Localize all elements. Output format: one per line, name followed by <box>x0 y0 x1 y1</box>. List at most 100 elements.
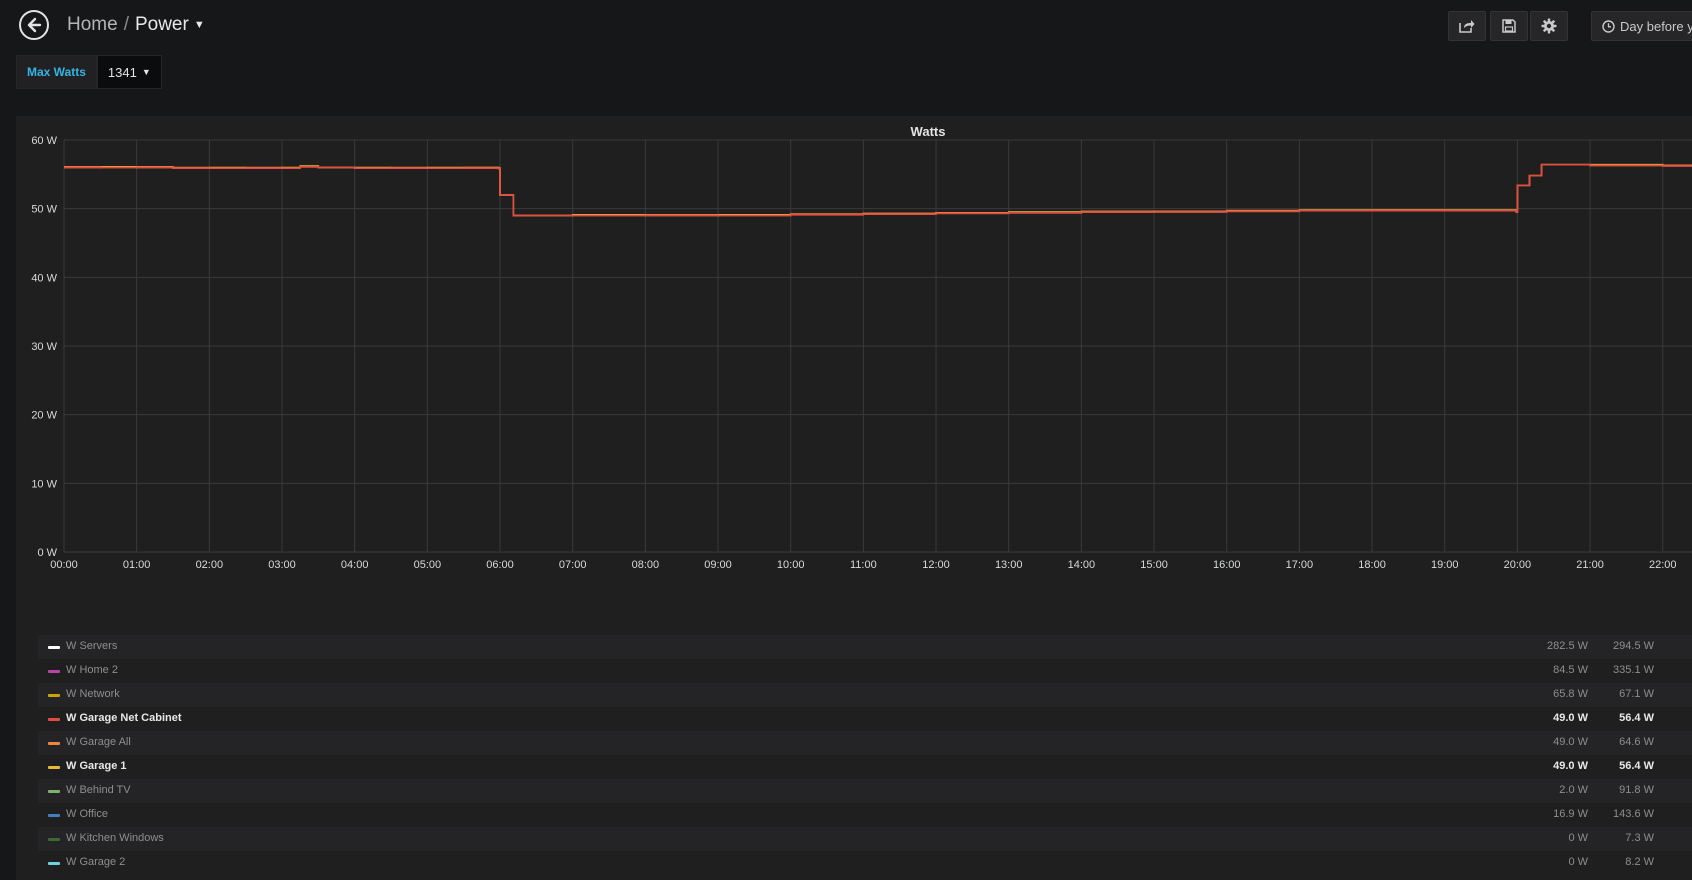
x-tick-label: 13:00 <box>995 559 1023 571</box>
legend-min-value: 49.0 W <box>1553 736 1588 748</box>
legend-max-value: 56.4 W <box>1619 712 1654 724</box>
legend-item[interactable]: W Kitchen Windows 0 W 7.3 W <box>38 827 1692 851</box>
x-tick-label: 14:00 <box>1068 559 1096 571</box>
x-tick-label: 19:00 <box>1431 559 1459 571</box>
series-color-swatch[interactable] <box>48 766 60 769</box>
save-icon <box>1502 19 1516 33</box>
variable-value: 1341 <box>107 64 137 80</box>
legend-min-value: 0 W <box>1568 856 1588 868</box>
legend-item[interactable]: W Home 2 84.5 W 335.1 W <box>38 659 1692 683</box>
x-tick-label: 17:00 <box>1286 559 1314 571</box>
x-tick-label: 20:00 <box>1504 559 1532 571</box>
share-button[interactable] <box>1448 11 1486 41</box>
legend-series-name[interactable]: W Garage 1 <box>66 760 127 772</box>
series-color-swatch[interactable] <box>48 838 60 841</box>
legend-item[interactable]: W Behind TV 2.0 W 91.8 W <box>38 779 1692 803</box>
x-tick-label: 10:00 <box>777 559 805 571</box>
x-tick-label: 16:00 <box>1213 559 1241 571</box>
legend-max-value: 67.1 W <box>1619 688 1654 700</box>
y-tick-label: 20 W <box>31 410 57 422</box>
x-tick-label: 01:00 <box>123 559 151 571</box>
graph-panel: 0 W 10 W 20 W 30 W 40 W 50 W 60 W 00:00 01:00 02:… <box>16 116 1692 880</box>
panel-title[interactable]: Watts <box>16 124 1692 139</box>
caret-down-icon[interactable]: ▼ <box>194 19 205 31</box>
legend-max-value: 64.6 W <box>1619 736 1654 748</box>
template-variables: Max Watts 1341 ▼ <box>16 55 162 89</box>
series-color-swatch[interactable] <box>48 670 60 673</box>
legend-item[interactable]: W Garage 1 49.0 W 56.4 W <box>38 755 1692 779</box>
time-range-picker[interactable]: Day before y <box>1591 11 1692 41</box>
series-color-swatch[interactable] <box>48 790 60 793</box>
save-button[interactable] <box>1490 11 1528 41</box>
settings-button[interactable] <box>1530 11 1568 41</box>
legend-min-value: 49.0 W <box>1553 760 1588 772</box>
legend-series-name[interactable]: W Network <box>66 688 120 700</box>
series-color-swatch[interactable] <box>48 694 60 697</box>
legend-max-value: 294.5 W <box>1613 640 1654 652</box>
caret-down-icon: ▼ <box>141 67 151 77</box>
x-tick-label: 07:00 <box>559 559 587 571</box>
x-tick-label: 04:00 <box>341 559 369 571</box>
legend-series-name[interactable]: W Garage All <box>66 736 131 748</box>
x-tick-label: 22:00 <box>1649 559 1677 571</box>
legend-series-name[interactable]: W Servers <box>66 640 117 652</box>
gear-icon <box>1541 18 1557 34</box>
variable-dropdown[interactable]: 1341 ▼ <box>96 55 162 89</box>
legend-series-name[interactable]: W Garage 2 <box>66 856 125 868</box>
legend-min-value: 49.0 W <box>1553 712 1588 724</box>
legend-item[interactable]: W Servers 282.5 W 294.5 W <box>38 635 1692 659</box>
legend-max-value: 335.1 W <box>1613 664 1654 676</box>
legend-item[interactable]: W Garage All 49.0 W 64.6 W <box>38 731 1692 755</box>
legend-min-value: 16.9 W <box>1553 808 1588 820</box>
legend-max-value: 143.6 W <box>1613 808 1654 820</box>
back-button[interactable] <box>19 10 49 40</box>
x-tick-label: 21:00 <box>1576 559 1604 571</box>
dashboard-title[interactable]: Power <box>135 14 189 35</box>
series-line <box>64 163 1692 217</box>
legend-series-name[interactable]: W Kitchen Windows <box>66 832 164 844</box>
clock-icon <box>1602 19 1615 33</box>
legend-item[interactable]: W Office 16.9 W 143.6 W <box>38 803 1692 827</box>
legend-max-value: 56.4 W <box>1619 760 1654 772</box>
legend-item[interactable]: W Garage 2 0 W 8.2 W <box>38 851 1692 875</box>
x-tick-label: 02:00 <box>196 559 224 571</box>
series-color-swatch[interactable] <box>48 646 60 649</box>
breadcrumb: Home / Power ▼ <box>67 14 205 36</box>
legend-min-value: 282.5 W <box>1547 640 1588 652</box>
x-tick-label: 09:00 <box>704 559 732 571</box>
series-color-swatch[interactable] <box>48 718 60 721</box>
variable-label: Max Watts <box>16 55 97 89</box>
y-tick-label: 10 W <box>31 478 57 490</box>
legend-series-name[interactable]: W Office <box>66 808 108 820</box>
x-tick-label: 08:00 <box>632 559 660 571</box>
x-tick-label: 12:00 <box>922 559 950 571</box>
x-tick-label: 00:00 <box>50 559 78 571</box>
y-tick-label: 40 W <box>31 272 57 284</box>
y-tick-label: 0 W <box>37 547 57 559</box>
legend-item[interactable]: W Network 65.8 W 67.1 W <box>38 683 1692 707</box>
legend-max-value: 7.3 W <box>1625 832 1654 844</box>
legend-min-value: 84.5 W <box>1553 664 1588 676</box>
legend-series-name[interactable]: W Behind TV <box>66 784 131 796</box>
breadcrumb-home[interactable]: Home <box>67 14 118 35</box>
x-tick-label: 06:00 <box>486 559 514 571</box>
y-tick-label: 30 W <box>31 341 57 353</box>
legend-item[interactable]: W Garage Net Cabinet 49.0 W 56.4 W <box>38 707 1692 731</box>
legend-series-name[interactable]: W Garage Net Cabinet <box>66 712 182 724</box>
series-color-swatch[interactable] <box>48 742 60 745</box>
x-tick-label: 11:00 <box>850 559 877 571</box>
series-color-swatch[interactable] <box>48 814 60 817</box>
watts-chart[interactable]: 0 W10 W20 W30 W40 W50 W60 W00:00 01:00 02:… <box>16 116 1692 628</box>
series-color-swatch[interactable] <box>48 862 60 865</box>
legend-min-value: 2.0 W <box>1559 784 1588 796</box>
y-tick-label: 50 W <box>31 204 57 216</box>
share-icon <box>1459 20 1475 33</box>
x-tick-label: 03:00 <box>268 559 296 571</box>
series-line <box>64 163 1692 217</box>
legend-min-value: 65.8 W <box>1553 688 1588 700</box>
breadcrumb-separator: / <box>123 14 129 35</box>
legend-table: W Servers 282.5 W 294.5 W W Home 2 84.5 W 335… <box>38 635 1692 875</box>
arrow-left-icon <box>27 17 42 33</box>
legend-series-name[interactable]: W Home 2 <box>66 664 118 676</box>
time-range-label: Day before y <box>1620 18 1692 34</box>
